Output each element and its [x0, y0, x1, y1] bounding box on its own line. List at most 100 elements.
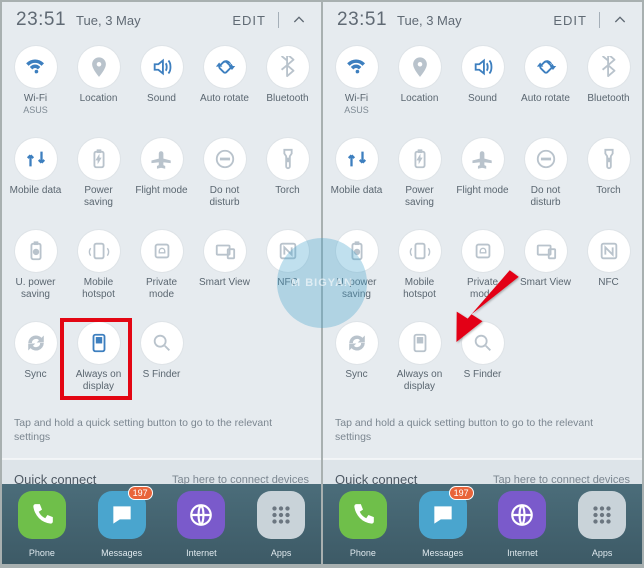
dock-app-apps[interactable]: Apps [572, 491, 632, 561]
toggle-flight[interactable]: Flight mode [451, 132, 514, 224]
toggle-psave[interactable]: Power saving [67, 132, 130, 224]
status-date: Tue, 3 May [397, 13, 462, 28]
pin-icon [78, 46, 120, 88]
toggle-hotspot[interactable]: Mobile hotspot [67, 224, 130, 316]
torch-icon [588, 138, 630, 180]
panel-right: 23:51Tue, 3 MayEDITWi-FiASUSLocationSoun… [323, 2, 642, 564]
toggle-sync[interactable]: Sync [325, 316, 388, 408]
dock-app-apps[interactable]: Apps [251, 491, 311, 561]
toggle-loc[interactable]: Location [67, 40, 130, 132]
toggle-label: Wi-Fi [24, 93, 47, 105]
bat-icon [399, 138, 441, 180]
toggle-wifi[interactable]: Wi-FiASUS [325, 40, 388, 132]
toggle-label: Smart View [520, 277, 571, 289]
toggle-label: Mobile data [331, 185, 383, 197]
toggle-sfinder[interactable]: S Finder [451, 316, 514, 408]
toggle-aod[interactable]: Always on display [388, 316, 451, 408]
panel-left: 23:51Tue, 3 MayEDITWi-FiASUSLocationSoun… [2, 2, 321, 564]
sv-icon [204, 230, 246, 272]
edit-button[interactable]: EDIT [553, 13, 587, 28]
dock-label: Phone [333, 548, 393, 558]
toggle-hotspot[interactable]: Mobile hotspot [388, 224, 451, 316]
data-icon [336, 138, 378, 180]
plane-icon [462, 138, 504, 180]
sound-icon [462, 46, 504, 88]
toggle-aod[interactable]: Always on display [67, 316, 130, 408]
toggle-private[interactable]: Private mode [451, 224, 514, 316]
toggle-label: Power saving [391, 185, 449, 209]
toggle-rotate[interactable]: Auto rotate [514, 40, 577, 132]
sync-icon [15, 322, 57, 364]
toggle-label: Power saving [70, 185, 128, 209]
hot-icon [399, 230, 441, 272]
toggle-label: Bluetooth [266, 93, 308, 105]
collapse-icon[interactable] [291, 12, 307, 28]
toggle-sfinder[interactable]: S Finder [130, 316, 193, 408]
toggle-rotate[interactable]: Auto rotate [193, 40, 256, 132]
sv-icon [525, 230, 567, 272]
toggle-loc[interactable]: Location [388, 40, 451, 132]
toggle-label: Always on display [70, 369, 128, 393]
toggle-sview[interactable]: Smart View [193, 224, 256, 316]
toggle-nfc[interactable]: NFC [256, 224, 319, 316]
toggle-sound[interactable]: Sound [451, 40, 514, 132]
toggle-label: Do not disturb [196, 185, 254, 209]
toggle-label: NFC [598, 277, 619, 289]
toggle-dnd[interactable]: Do not disturb [193, 132, 256, 224]
dock-label: Apps [572, 548, 632, 558]
toggle-mdata[interactable]: Mobile data [325, 132, 388, 224]
toggle-bt[interactable]: Bluetooth [256, 40, 319, 132]
dock-label: Phone [12, 548, 72, 558]
toggle-label: U. power saving [328, 277, 386, 301]
toggle-flight[interactable]: Flight mode [130, 132, 193, 224]
dock-app-internet[interactable]: Internet [492, 491, 552, 561]
toggle-label: Smart View [199, 277, 250, 289]
toggle-sound[interactable]: Sound [130, 40, 193, 132]
toggle-torch[interactable]: Torch [577, 132, 640, 224]
toggle-label: U. power saving [7, 277, 65, 301]
dnd-icon [525, 138, 567, 180]
toggle-bt[interactable]: Bluetooth [577, 40, 640, 132]
toggle-label: Flight mode [135, 185, 187, 197]
toggle-label: Bluetooth [587, 93, 629, 105]
collapse-icon[interactable] [612, 12, 628, 28]
toggle-sview[interactable]: Smart View [514, 224, 577, 316]
toggle-label: Location [401, 93, 439, 105]
toggle-label: Mobile data [10, 185, 62, 197]
nfc-icon [267, 230, 309, 272]
wifi-icon [15, 46, 57, 88]
toggle-dnd[interactable]: Do not disturb [514, 132, 577, 224]
toggle-label: Wi-Fi [345, 93, 368, 105]
dnd-icon [204, 138, 246, 180]
dock-label: Internet [171, 548, 231, 558]
hint-text: Tap and hold a quick setting button to g… [2, 408, 321, 459]
toggle-nfc[interactable]: NFC [577, 224, 640, 316]
toggle-upsave[interactable]: U. power saving [4, 224, 67, 316]
toggle-psave[interactable]: Power saving [388, 132, 451, 224]
toggle-torch[interactable]: Torch [256, 132, 319, 224]
aod-icon [78, 322, 120, 364]
priv-icon [141, 230, 183, 272]
toggle-mdata[interactable]: Mobile data [4, 132, 67, 224]
toggle-label: Auto rotate [521, 93, 570, 105]
dock-app-messages[interactable]: 197Messages [92, 491, 152, 561]
ubat-icon [336, 230, 378, 272]
toggle-label: Mobile hotspot [70, 277, 128, 301]
toggle-sublabel: ASUS [23, 105, 48, 115]
dock-app-messages[interactable]: 197Messages [413, 491, 473, 561]
dock-app-internet[interactable]: Internet [171, 491, 231, 561]
mag-icon [462, 322, 504, 364]
toggle-label: Private mode [454, 277, 512, 301]
toggle-upsave[interactable]: U. power saving [325, 224, 388, 316]
toggle-wifi[interactable]: Wi-FiASUS [4, 40, 67, 132]
edit-button[interactable]: EDIT [232, 13, 266, 28]
torch-icon [267, 138, 309, 180]
toggle-private[interactable]: Private mode [130, 224, 193, 316]
dock-app-phone[interactable]: Phone [333, 491, 393, 561]
status-date: Tue, 3 May [76, 13, 141, 28]
hint-text: Tap and hold a quick setting button to g… [323, 408, 642, 459]
dock-app-phone[interactable]: Phone [12, 491, 72, 561]
toggle-label: Location [80, 93, 118, 105]
toggle-sync[interactable]: Sync [4, 316, 67, 408]
hot-icon [78, 230, 120, 272]
